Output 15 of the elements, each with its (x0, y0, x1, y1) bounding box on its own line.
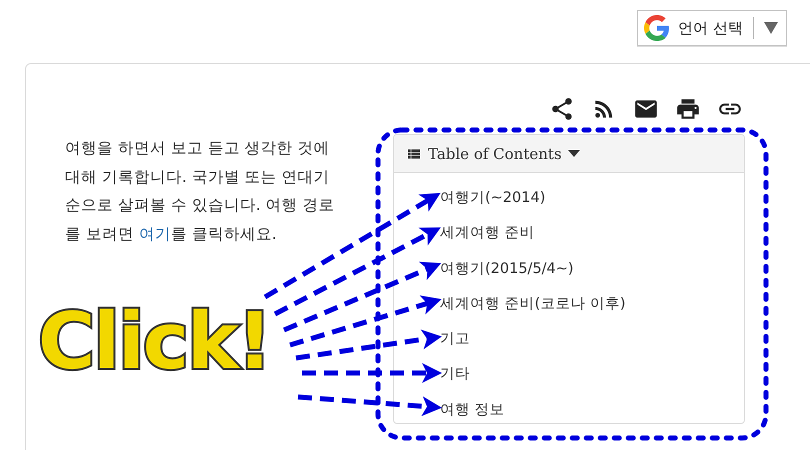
toc-item[interactable]: 세계여행 준비 (440, 220, 744, 256)
toc-item[interactable]: 여행기(~2014) (440, 185, 744, 220)
caret-icon (568, 150, 580, 158)
language-selector[interactable]: 언어 선택 (637, 10, 787, 46)
click-label: Click! (38, 297, 270, 387)
toc-toggle[interactable]: Table of Contents (394, 135, 744, 173)
toc-item[interactable]: 여행 정보 (440, 396, 744, 432)
here-link[interactable]: 여기 (138, 224, 171, 242)
toc-item[interactable]: 기타 (440, 361, 744, 397)
toc-item[interactable]: 여행기(2015/5/4~) (440, 256, 744, 291)
intro-paragraph: 여행을 하면서 보고 듣고 생각한 것에 대해 기록합니다. 국가별 또는 연대기 순으로 살펴볼 수 있습니다. 여행 경로를 보려면 여기 를 클릭하세요. (65, 138, 336, 244)
toc-item[interactable]: 세계여행 준비(코로나 이후) (440, 290, 744, 326)
caret-icon (764, 22, 778, 34)
google-logo-icon (644, 15, 670, 41)
toc-item[interactable]: 기고 (440, 326, 744, 362)
